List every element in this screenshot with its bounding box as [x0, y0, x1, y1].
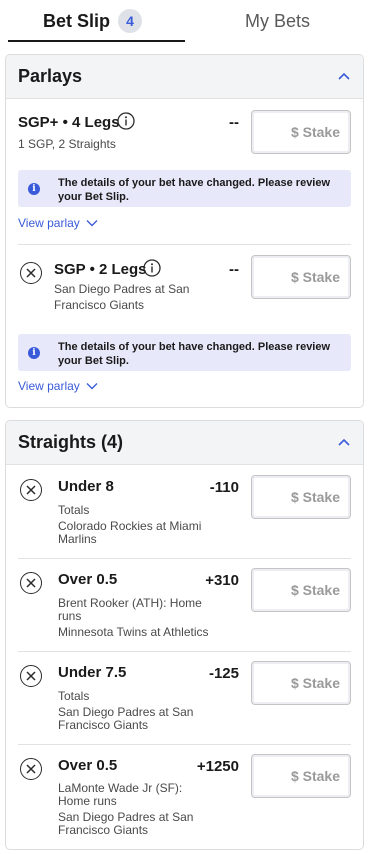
- straight-bet-item: Over 0.5 +310 Brent Rooker (ATH): Home r…: [6, 559, 363, 651]
- selection-title: Under 7.5: [58, 664, 127, 681]
- selection-title: Over 0.5: [58, 571, 118, 588]
- market-line2: runs: [58, 609, 82, 623]
- bet-tabs: Bet Slip 4 My Bets: [0, 0, 370, 42]
- straights-header[interactable]: Straights (4): [6, 421, 363, 465]
- parlay-title: SGP • 2 Legs: [54, 261, 147, 278]
- bet-changed-alert: i The details of your bet have changed. …: [18, 334, 351, 371]
- selection-odds: -125: [208, 665, 239, 682]
- remove-bet-button[interactable]: [20, 262, 42, 284]
- parlay-game-line2: Francisco Giants: [54, 298, 145, 312]
- info-filled-icon: i: [28, 346, 40, 359]
- stake-field[interactable]: [251, 110, 351, 154]
- chevron-down-icon: [86, 220, 98, 227]
- close-icon: [26, 764, 36, 774]
- close-icon: [26, 268, 36, 278]
- market-name: Totals: [58, 689, 90, 703]
- parlays-title: Parlays: [18, 66, 83, 86]
- parlay-item: SGP+ • 4 Legs 1 SGP, 2 Straights -- i Th…: [6, 99, 363, 244]
- parlay-odds: --: [229, 261, 239, 278]
- tab-my-bets[interactable]: My Bets: [185, 0, 370, 42]
- market-name: Totals: [58, 503, 90, 517]
- selection-odds: +1250: [196, 758, 239, 775]
- remove-bet-button[interactable]: [20, 479, 42, 501]
- stake-input[interactable]: [260, 675, 340, 691]
- stake-input[interactable]: [260, 768, 340, 784]
- tab-bet-slip[interactable]: Bet Slip 4: [0, 0, 185, 42]
- parlay-subtitle: 1 SGP, 2 Straights: [18, 137, 116, 151]
- bet-changed-alert: i The details of your bet have changed. …: [18, 170, 351, 207]
- info-icon[interactable]: [117, 112, 135, 130]
- stake-field[interactable]: [251, 568, 351, 612]
- straights-section: Straights (4) Under 8 -110 Totals Colora…: [5, 420, 364, 850]
- straight-bet-item: Under 7.5 -125 Totals San Diego Padres a…: [6, 652, 363, 744]
- remove-bet-button[interactable]: [20, 572, 42, 594]
- game-line2: Francisco Giants: [58, 823, 149, 837]
- parlays-header[interactable]: Parlays: [6, 55, 363, 99]
- straights-title: Straights (4): [18, 432, 124, 452]
- remove-bet-button[interactable]: [20, 665, 42, 687]
- chevron-down-icon: [86, 383, 98, 390]
- selection-odds: -110: [209, 479, 239, 496]
- straight-bet-item: Under 8 -110 Totals Colorado Rockies at …: [6, 465, 363, 558]
- view-parlay-label: View parlay: [18, 216, 80, 230]
- market-line2: Home runs: [58, 794, 117, 808]
- stake-field[interactable]: [251, 255, 351, 299]
- remove-bet-button[interactable]: [20, 758, 42, 780]
- selection-title: Under 8: [58, 478, 114, 495]
- close-icon: [26, 671, 36, 681]
- parlay-item: SGP • 2 Legs San Diego Padres at San Fra…: [6, 245, 363, 407]
- view-parlay-link[interactable]: View parlay: [18, 216, 98, 230]
- tab-my-bets-label: My Bets: [244, 10, 310, 31]
- tab-bet-slip-label: Bet Slip: [42, 10, 110, 31]
- stake-field[interactable]: [251, 475, 351, 519]
- selection-odds: +310: [205, 572, 239, 589]
- parlays-section: Parlays SGP+ • 4 Legs 1 SGP, 2 Straights…: [5, 54, 364, 408]
- info-icon[interactable]: [143, 259, 161, 277]
- stake-field[interactable]: [251, 754, 351, 798]
- parlay-title: SGP+ • 4 Legs: [18, 114, 120, 131]
- view-parlay-label: View parlay: [18, 379, 80, 393]
- stake-input[interactable]: [260, 489, 340, 505]
- parlay-game-line1: San Diego Padres at San: [54, 282, 190, 296]
- close-icon: [26, 485, 36, 495]
- chevron-up-icon[interactable]: [337, 70, 351, 84]
- game-line2: Francisco Giants: [58, 718, 149, 732]
- selection-title: Over 0.5: [58, 757, 118, 774]
- straight-bet-item: Over 0.5 +1250 LaMonte Wade Jr (SF): Hom…: [6, 745, 363, 849]
- parlay-odds: --: [229, 114, 239, 131]
- info-filled-icon: i: [28, 182, 40, 195]
- game-line1: Minnesota Twins at Athletics: [58, 625, 209, 639]
- stake-input[interactable]: [260, 124, 340, 140]
- stake-field[interactable]: [251, 661, 351, 705]
- view-parlay-link[interactable]: View parlay: [18, 379, 98, 393]
- stake-input[interactable]: [260, 582, 340, 598]
- alert-text: The details of your bet have changed. Pl…: [58, 341, 331, 367]
- close-icon: [26, 578, 36, 588]
- stake-input[interactable]: [260, 269, 340, 285]
- alert-text: The details of your bet have changed. Pl…: [58, 177, 331, 203]
- game-line2: Marlins: [58, 532, 97, 546]
- chevron-up-icon[interactable]: [337, 436, 351, 450]
- bet-count-badge: 4: [118, 9, 142, 33]
